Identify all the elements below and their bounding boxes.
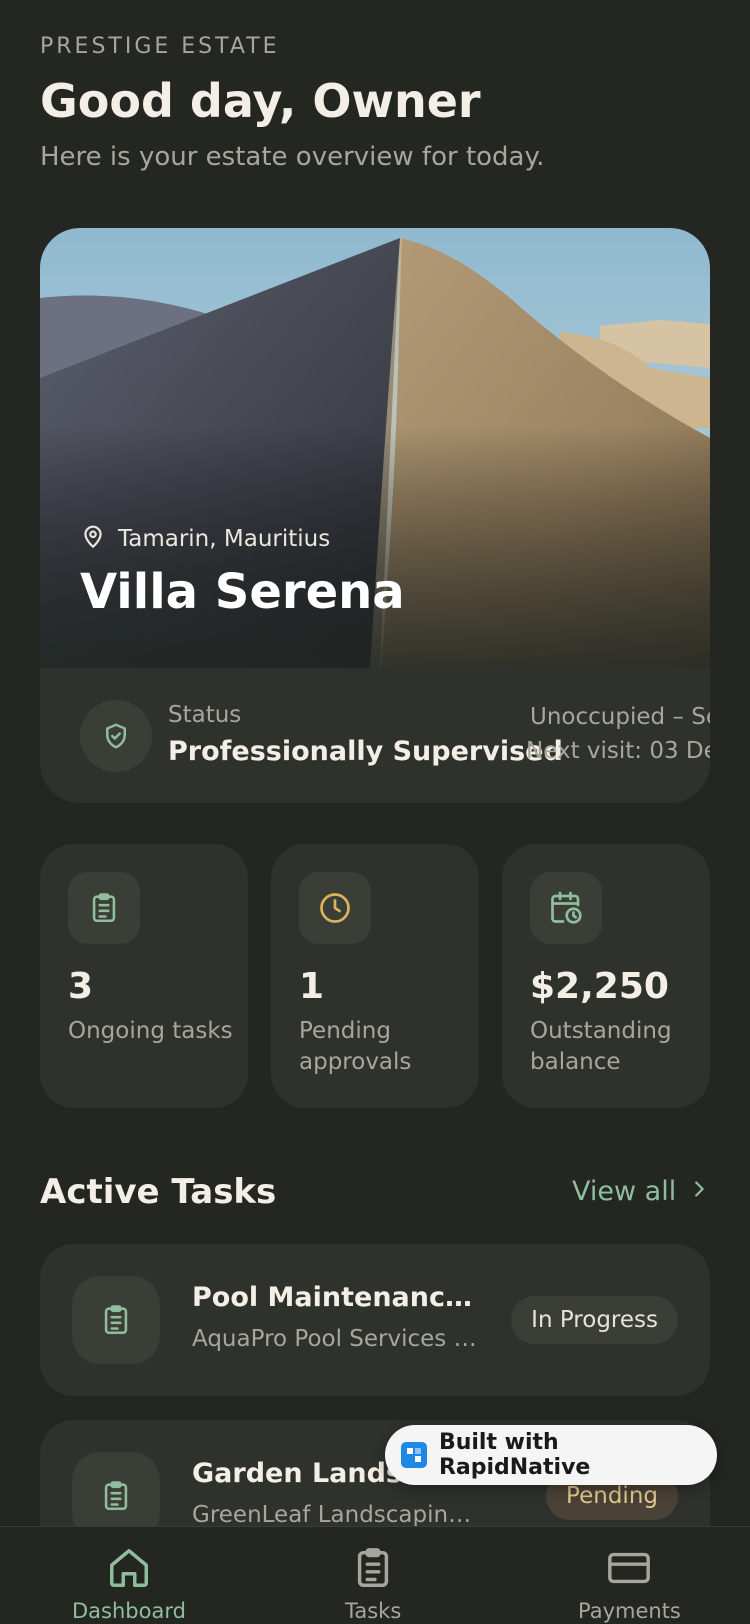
stat-value: 3 bbox=[68, 966, 94, 1007]
task-subtitle: GreenLeaf Landscaping · D... bbox=[192, 1502, 482, 1528]
stat-card-pending-approvals[interactable]: 1 Pending approvals bbox=[271, 844, 479, 1108]
clipboard-icon bbox=[72, 1276, 160, 1364]
property-card[interactable]: Tamarin, Mauritius Villa Serena Status P… bbox=[40, 228, 710, 803]
greeting-subtitle: Here is your estate overview for today. bbox=[40, 142, 545, 172]
active-tasks-title: Active Tasks bbox=[40, 1172, 277, 1212]
stat-value: $2,250 bbox=[530, 966, 669, 1007]
stat-label: Ongoing tasks bbox=[68, 1018, 233, 1044]
clipboard-icon bbox=[68, 872, 140, 944]
occupancy-text: Unoccupied – Se bbox=[530, 704, 710, 730]
credit-card-icon bbox=[604, 1545, 654, 1595]
nav-label: Tasks bbox=[345, 1599, 402, 1623]
nav-item-payments[interactable]: Payments bbox=[578, 1545, 681, 1623]
status-label: Status bbox=[168, 702, 242, 728]
next-visit-text: Next visit: 03 Dec bbox=[526, 738, 710, 764]
property-location: Tamarin, Mauritius bbox=[80, 524, 330, 554]
stat-value: 1 bbox=[299, 966, 325, 1007]
built-with-text: Built with RapidNative bbox=[438, 1430, 591, 1480]
brand-eyebrow: PRESTIGE ESTATE bbox=[40, 34, 280, 59]
shield-check-icon bbox=[80, 700, 152, 772]
clock-icon bbox=[299, 872, 371, 944]
status-value: Professionally Supervised bbox=[168, 736, 563, 767]
property-name: Villa Serena bbox=[80, 564, 405, 620]
stat-label: Pending approvals bbox=[299, 1018, 412, 1075]
view-all-label: View all bbox=[572, 1176, 677, 1207]
chevron-right-icon bbox=[688, 1176, 710, 1207]
built-with-badge[interactable]: Built with RapidNative bbox=[385, 1425, 717, 1485]
location-text: Tamarin, Mauritius bbox=[118, 526, 331, 552]
nav-label: Payments bbox=[578, 1599, 681, 1623]
nav-item-dashboard[interactable]: Dashboard bbox=[72, 1545, 186, 1623]
home-icon bbox=[106, 1545, 152, 1595]
calendar-clock-icon bbox=[530, 872, 602, 944]
nav-label: Dashboard bbox=[72, 1599, 186, 1623]
task-status-badge: In Progress bbox=[511, 1296, 678, 1344]
clipboard-icon bbox=[350, 1545, 396, 1595]
task-subtitle: AquaPro Pool Services · ... bbox=[192, 1326, 482, 1352]
task-title: Pool Maintenance ... bbox=[192, 1282, 482, 1313]
stat-label: Outstanding balance bbox=[530, 1018, 672, 1075]
bottom-nav: Dashboard Tasks Payments bbox=[0, 1526, 750, 1624]
stat-card-ongoing-tasks[interactable]: 3 Ongoing tasks bbox=[40, 844, 248, 1108]
rapidnative-logo-icon bbox=[401, 1442, 427, 1468]
view-all-link[interactable]: View all bbox=[572, 1176, 710, 1207]
map-pin-icon bbox=[80, 524, 106, 554]
greeting-title: Good day, Owner bbox=[40, 74, 481, 128]
task-card[interactable]: Pool Maintenance ... AquaPro Pool Servic… bbox=[40, 1244, 710, 1396]
nav-item-tasks[interactable]: Tasks bbox=[345, 1545, 401, 1623]
stat-card-outstanding-balance[interactable]: $2,250 Outstanding balance bbox=[502, 844, 710, 1108]
property-status-band: Status Professionally Supervised Unoccup… bbox=[40, 668, 710, 803]
